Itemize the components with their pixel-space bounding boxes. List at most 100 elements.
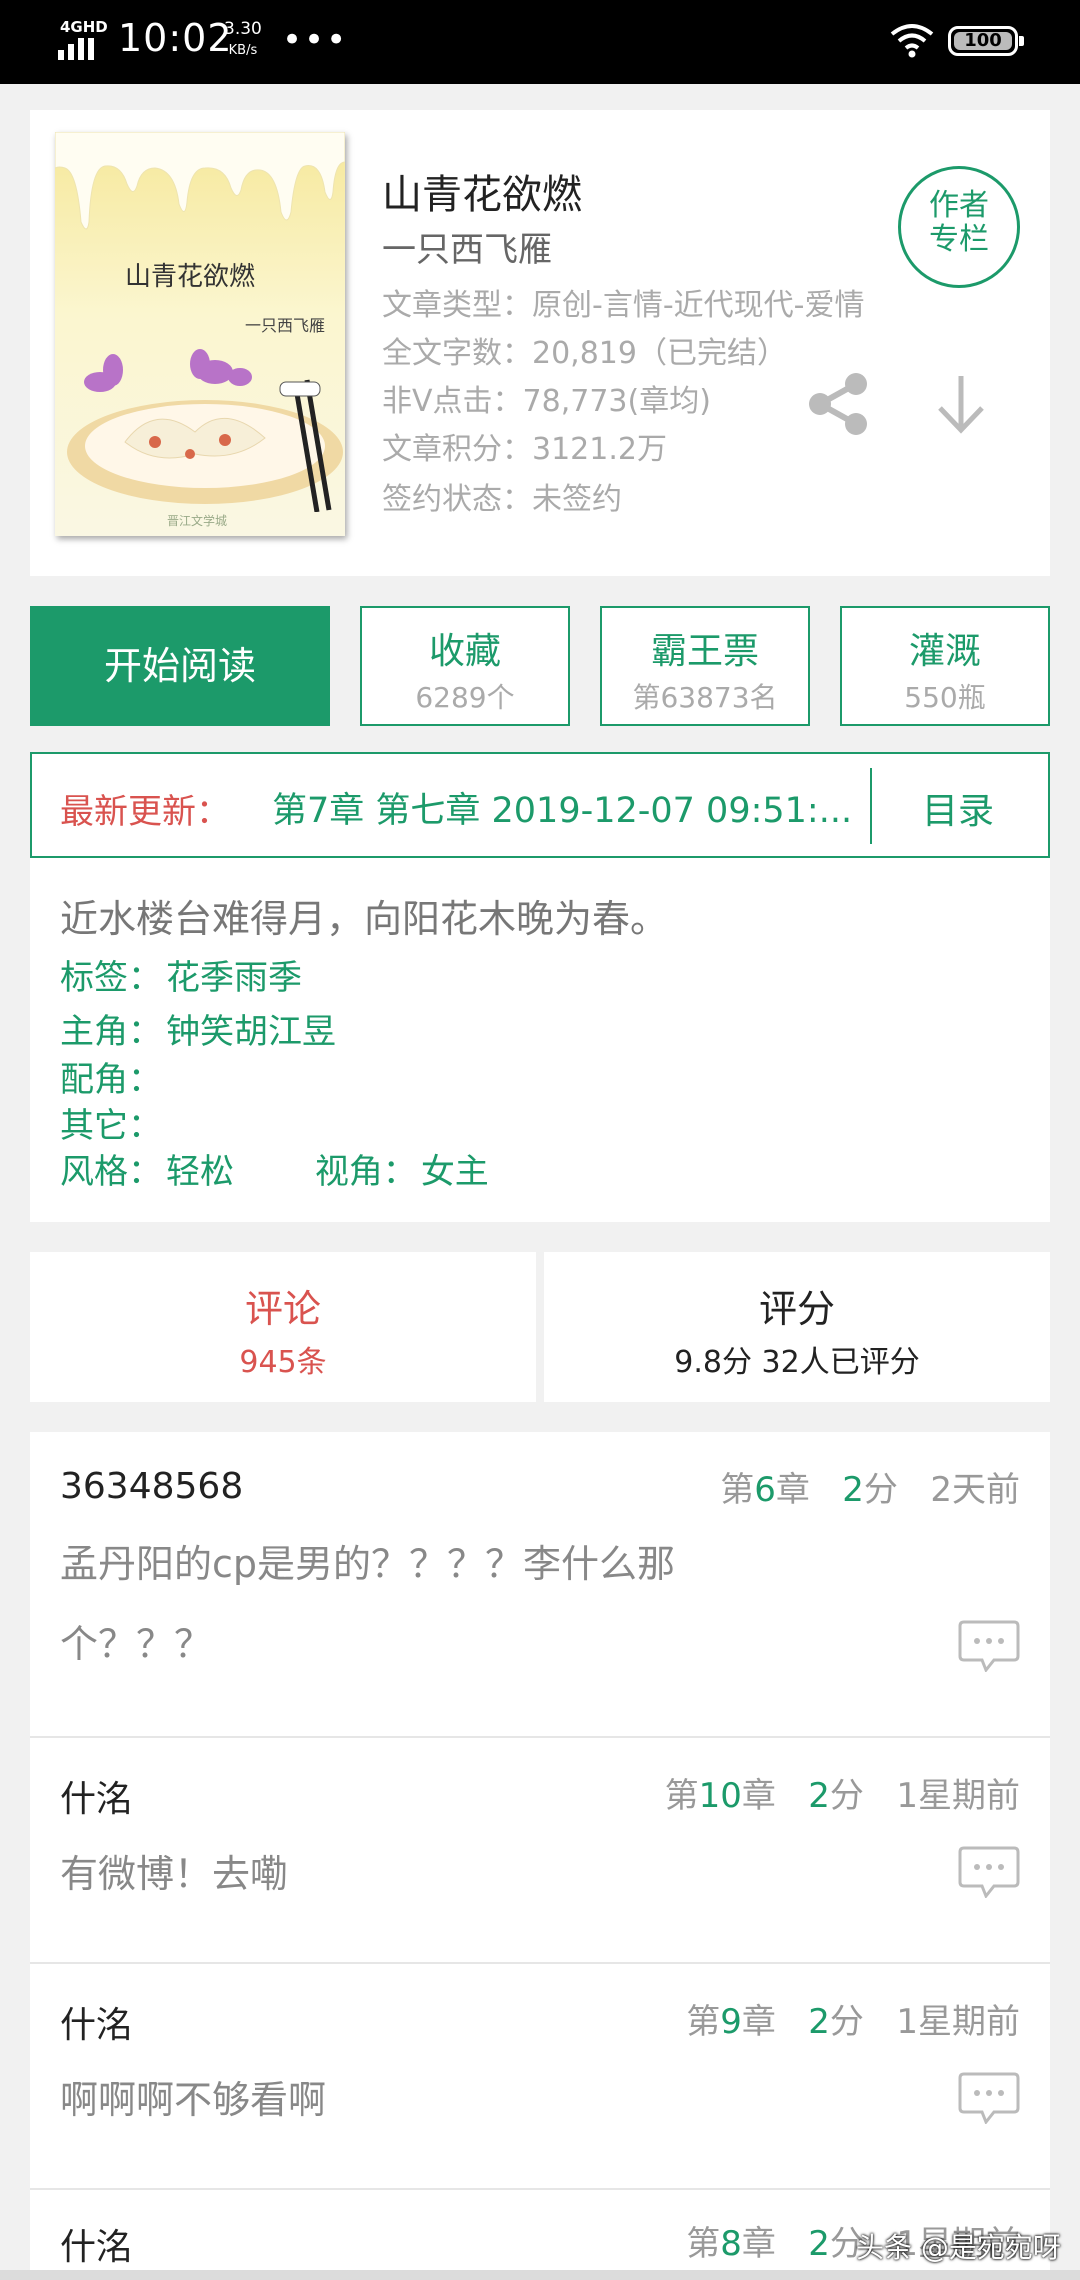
support-characters-line: 配角：: [60, 1052, 162, 1101]
book-score: 文章积分：3121.2万: [382, 432, 667, 467]
comment-time: 1星期前: [896, 1776, 1020, 1816]
view-value: 女主: [420, 1152, 489, 1192]
chapter-suffix: 章: [741, 2224, 776, 2264]
signal-icon: 4GHD: [58, 18, 108, 60]
book-cover[interactable]: 山青花欲燃 一只西飞雁 晋江文学城: [55, 132, 345, 536]
chapter-prefix: 第: [720, 1470, 755, 1510]
tab-comments[interactable]: 评论 945条: [30, 1252, 536, 1402]
comment-score: 2: [808, 2002, 830, 2042]
chapter-suffix: 章: [775, 1470, 810, 1510]
latest-update-chapter[interactable]: 第7章 第七章 2019-12-07 09:51:...: [272, 782, 882, 833]
comment-text: 啊啊啊不够看啊: [60, 2078, 327, 2122]
comment-score-unit: 分: [863, 1470, 898, 1510]
cover-title: 山青花欲燃: [125, 262, 256, 292]
tab-comments-count: 945条: [239, 1345, 327, 1380]
tab-comments-label: 评论: [244, 1287, 321, 1331]
book-clicks: 非V点击：78,773(章均): [382, 384, 711, 419]
reply-icon[interactable]: [958, 1618, 1020, 1672]
comment-score-unit: 分: [829, 1776, 864, 1816]
other-label: 其它：: [60, 1106, 162, 1146]
style-label: 风格：: [60, 1152, 162, 1192]
comment-score: 2: [808, 1776, 830, 1816]
chapter-prefix: 第: [686, 2002, 721, 2042]
favorite-label: 收藏: [428, 631, 501, 672]
other-line: 其它：: [60, 1098, 162, 1147]
comment-time: 2天前: [930, 1470, 1020, 1510]
comment-user[interactable]: 什洺: [60, 1770, 132, 1822]
bawang-label: 霸王票: [650, 631, 759, 672]
network-type: 4GHD: [60, 18, 108, 36]
style-value: 轻松: [166, 1152, 234, 1192]
reply-icon[interactable]: [958, 1844, 1020, 1898]
comment-user[interactable]: 什洺: [60, 2218, 132, 2270]
book-author[interactable]: 一只西飞雁: [382, 222, 552, 271]
chapter-number: 6: [754, 1470, 776, 1510]
comment-user[interactable]: 什洺: [60, 1996, 132, 2048]
lead-label: 主角：: [60, 1012, 162, 1052]
chapter-suffix: 章: [741, 2002, 776, 2042]
bawang-ticket-button[interactable]: 霸王票 第63873名: [600, 606, 810, 726]
tab-rating[interactable]: 评分 9.8分 32人已评分: [544, 1252, 1050, 1402]
cover-dish-illustration: [67, 349, 343, 512]
comment-meta: 第10章 2分 1星期前: [665, 1768, 1020, 1817]
tags-label: 标签：: [60, 958, 162, 998]
comment-score-unit: 分: [829, 2002, 864, 2042]
network-speed-unit: KB/s: [228, 43, 258, 58]
support-label: 配角：: [60, 1060, 162, 1100]
latest-update-bar[interactable]: 最新更新： 第7章 第七章 2019-12-07 09:51:... 目录: [30, 752, 1050, 858]
chapter-suffix: 章: [741, 1776, 776, 1816]
comment-list: 36348568 第6章 2分 2天前 孟丹阳的cp是男的？？？？李什么那个？？…: [30, 1432, 1050, 2280]
comment-text: 有微博！去嘞: [60, 1852, 289, 1896]
chapter-number: 10: [698, 1776, 742, 1816]
tags-line: 标签： 花季雨季: [60, 950, 302, 999]
start-reading-button[interactable]: 开始阅读: [30, 606, 330, 726]
more-notifications-icon: •••: [282, 20, 349, 60]
comment-time: 1星期前: [896, 2002, 1020, 2042]
latest-update-label: 最新更新：: [60, 792, 230, 832]
book-word-count: 全文字数：20,819（已完结）: [382, 336, 787, 371]
water-label: 灌溉: [908, 631, 981, 672]
view-label: 视角：: [314, 1152, 417, 1192]
wifi-icon: [890, 24, 934, 58]
chapter-prefix: 第: [686, 2224, 721, 2264]
comment-item[interactable]: 什洺 第9章 2分 1星期前 啊啊啊不够看啊: [30, 1964, 1050, 2190]
comment-text: 孟丹阳的cp是男的？？？？李什么那个？？？: [60, 1542, 676, 1666]
author-column-line1: 作者: [929, 188, 989, 223]
bawang-rank: 第63873名: [632, 681, 778, 714]
watermark: 头条 @是宛宛呀: [856, 2231, 1061, 2264]
comment-item[interactable]: 36348568 第6章 2分 2天前 孟丹阳的cp是男的？？？？李什么那个？？…: [30, 1432, 1050, 1738]
clock: 10:02: [118, 16, 233, 60]
water-button[interactable]: 灌溉 550瓶: [840, 606, 1050, 726]
lead-value: 钟笑胡江昱: [166, 1012, 336, 1052]
table-of-contents-button[interactable]: 目录: [922, 782, 994, 834]
divider: [870, 768, 872, 844]
comment-user[interactable]: 36348568: [60, 1466, 243, 1507]
comment-meta: 第6章 2分 2天前: [720, 1462, 1020, 1511]
share-icon[interactable]: [806, 372, 870, 436]
comment-item[interactable]: 什洺 第10章 2分 1星期前 有微博！去嘞: [30, 1738, 1050, 1964]
book-info-card: 山青花欲燃 一只西飞雁 晋江文学城 山青花欲燃 一只西飞雁 文章类型：原创-言情…: [30, 110, 1050, 576]
book-description: 近水楼台难得月，向阳花木晚为春。 标签： 花季雨季 主角： 钟笑胡江昱 配角： 其它…: [30, 858, 1050, 1222]
status-bar: 4GHD 10:02 3.30 KB/s ••• 100: [0, 0, 1080, 84]
tags-value[interactable]: 花季雨季: [166, 958, 302, 998]
tab-rating-value: 9.8分 32人已评分: [674, 1345, 920, 1380]
battery-level: 100: [964, 30, 1002, 51]
comment-score: 2: [808, 2224, 830, 2264]
author-column-line2: 专栏: [929, 222, 989, 257]
reply-icon[interactable]: [958, 2070, 1020, 2124]
comment-meta: 第9章 2分 1星期前: [686, 1994, 1020, 2043]
water-count: 550瓶: [904, 681, 986, 714]
download-icon[interactable]: [936, 372, 986, 436]
chapter-number: 9: [720, 2002, 742, 2042]
comment-score: 2: [842, 1470, 864, 1510]
battery-icon: 100: [948, 26, 1024, 56]
network-speed-value: 3.30: [224, 19, 262, 39]
book-intro: 近水楼台难得月，向阳花木晚为春。: [60, 897, 669, 941]
cover-drip-art: [55, 132, 345, 230]
book-genre: 文章类型：原创-言情-近代现代-爱情: [382, 288, 865, 323]
lead-characters-line: 主角： 钟笑胡江昱: [60, 1004, 336, 1053]
chapter-prefix: 第: [664, 1776, 699, 1816]
style-line: 风格： 轻松 视角： 女主: [60, 1144, 489, 1193]
author-column-button[interactable]: 作者 专栏: [898, 166, 1020, 288]
favorite-button[interactable]: 收藏 6289个: [360, 606, 570, 726]
